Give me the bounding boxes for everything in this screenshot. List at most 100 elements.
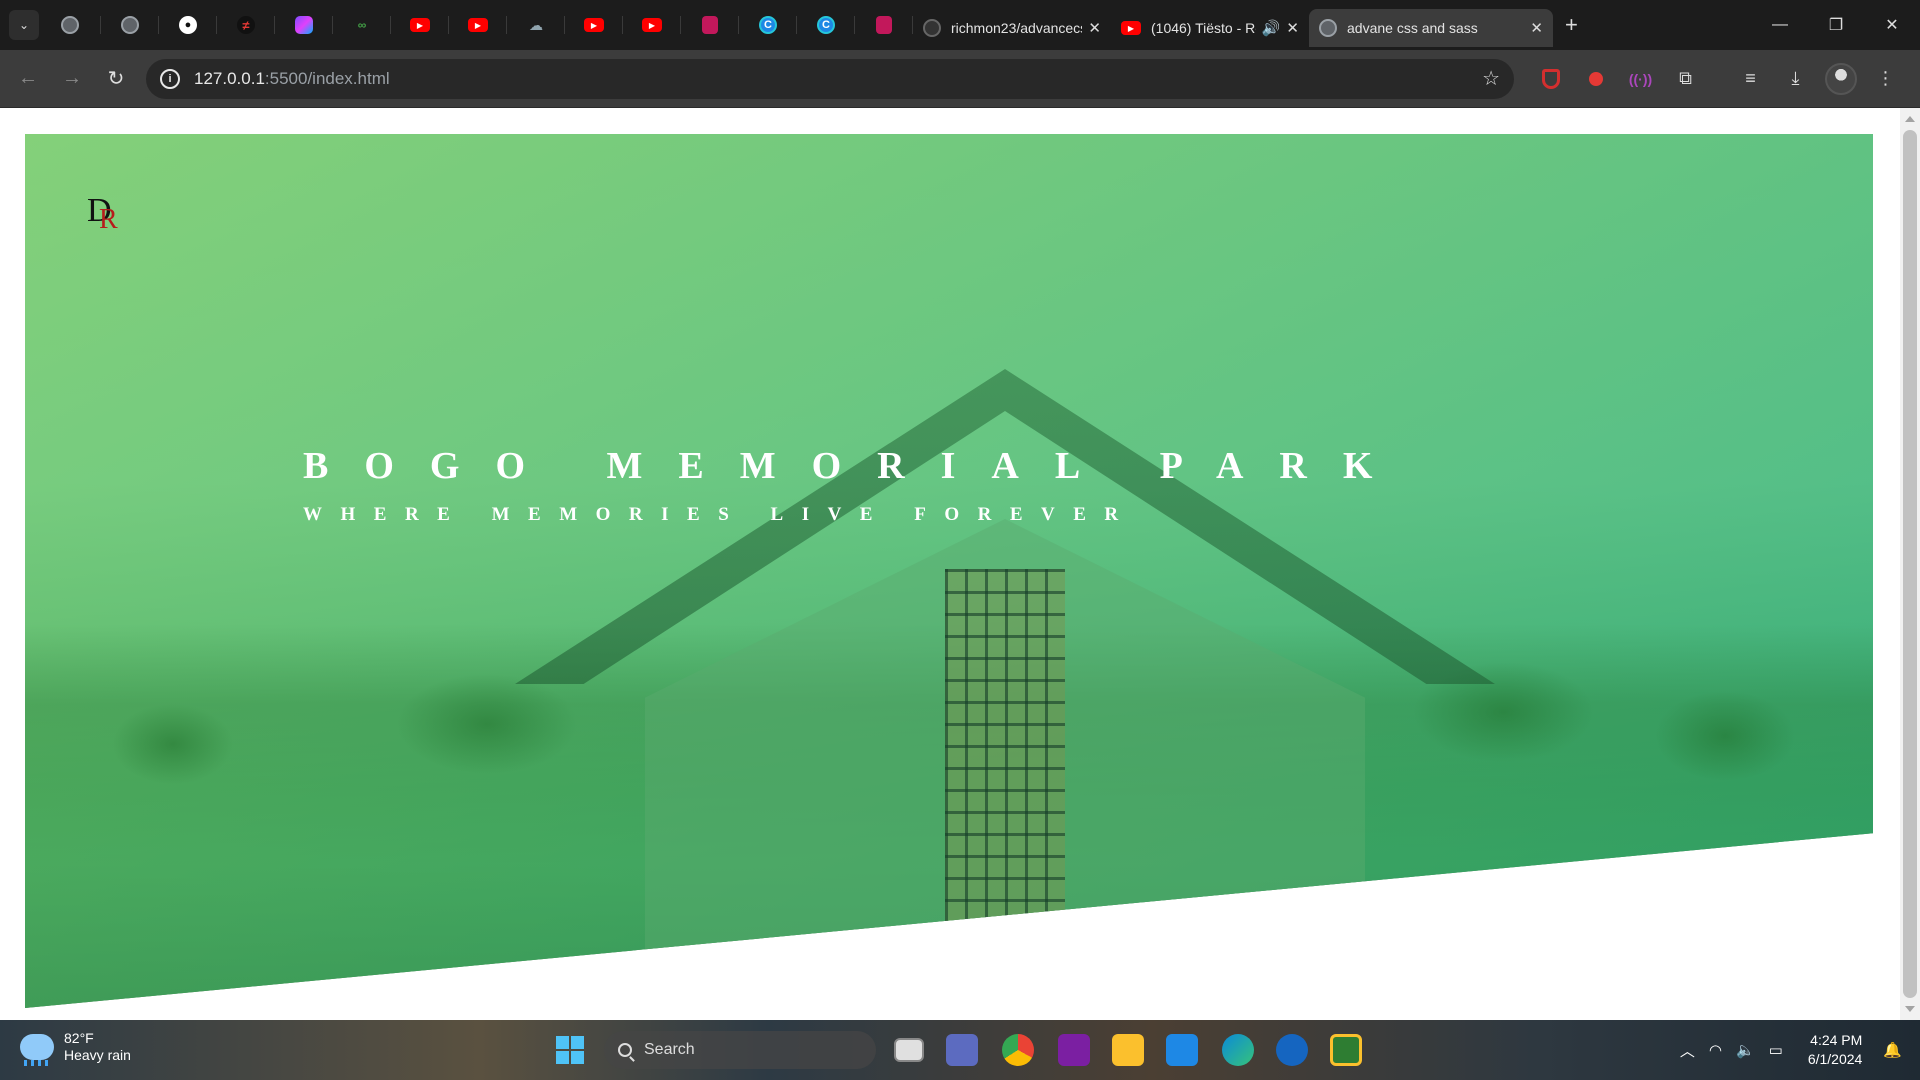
scroll-down-icon[interactable] [1905, 1006, 1915, 1012]
pinned-tab[interactable]: ▶ [565, 0, 623, 50]
close-window-icon[interactable]: ✕ [1864, 0, 1920, 50]
pinned-tab[interactable] [39, 0, 101, 50]
window-controls: — ❐ ✕ [1752, 0, 1920, 50]
pinned-tab[interactable]: ≠ [217, 0, 275, 50]
ublock-extension[interactable] [1528, 68, 1573, 89]
battery-icon[interactable]: ▭ [1769, 1041, 1783, 1059]
tab-title: advane css and sass [1347, 20, 1478, 36]
chapel-stained-window [945, 569, 1065, 969]
reload-button[interactable]: ↻ [94, 66, 138, 91]
close-tab-icon[interactable]: ✕ [1286, 19, 1299, 37]
pinned-tab[interactable]: ▶ [449, 0, 507, 50]
edge-icon[interactable] [1222, 1034, 1254, 1066]
weather-condition: Heavy rain [64, 1047, 131, 1063]
logo[interactable]: D R [87, 192, 127, 238]
pinned-tab[interactable]: ☁ [507, 0, 565, 50]
classroom-icon[interactable] [1330, 1034, 1362, 1066]
profile-button[interactable] [1818, 62, 1863, 95]
hero-header: D R Bogo Memorial Park Where memories li… [25, 134, 1873, 1008]
site-info-icon[interactable]: i [160, 68, 180, 89]
tab-github[interactable]: richmon23/advancecssa ✕ [913, 9, 1111, 47]
tab-youtube[interactable]: ▶ (1046) Tiësto - Red | 🔊 ✕ [1111, 9, 1309, 47]
clock-time: 4:24 PM [1810, 1032, 1863, 1048]
volume-icon[interactable]: 🔈 [1736, 1041, 1755, 1059]
extensions-button[interactable]: ⧉ [1663, 68, 1708, 89]
visual-studio-icon[interactable] [1058, 1034, 1090, 1066]
scrollbar-thumb[interactable] [1903, 130, 1917, 998]
close-tab-icon[interactable]: ✕ [1088, 19, 1101, 37]
youtube-icon: ▶ [468, 18, 488, 32]
shield-icon [876, 16, 892, 34]
teams-icon[interactable] [946, 1034, 978, 1066]
globe-icon [61, 16, 79, 34]
restore-icon[interactable]: ❐ [1808, 0, 1864, 50]
hero-heading: Bogo Memorial Park Where memories live f… [303, 444, 1408, 526]
scroll-up-icon[interactable] [1905, 116, 1915, 122]
pinned-tab[interactable]: ▶ [391, 0, 449, 50]
vscode-icon[interactable] [1166, 1034, 1198, 1066]
pinned-tab[interactable]: ▶ [623, 0, 681, 50]
pinned-tab[interactable]: C [739, 0, 797, 50]
pinned-tab[interactable]: ∞ [333, 0, 391, 50]
taskbar-search[interactable]: Search [604, 1031, 876, 1069]
pin-extension[interactable] [1573, 71, 1618, 86]
start-button[interactable] [556, 1036, 584, 1064]
pinned-tab[interactable] [681, 0, 739, 50]
tab-search-button[interactable]: ⌄ [9, 10, 39, 40]
rain-cloud-icon [20, 1034, 54, 1066]
tab-title: (1046) Tiësto - Red | [1151, 20, 1256, 36]
youtube-icon: ▶ [642, 18, 662, 32]
cloud-icon: ☁ [529, 16, 543, 33]
c-icon: C [759, 16, 777, 34]
pinned-tab[interactable]: C [797, 0, 855, 50]
todoist-icon: ≠ [237, 16, 255, 34]
eye-icon: ∞ [357, 18, 367, 32]
clipchamp-icon [295, 16, 313, 34]
youtube-icon: ▶ [410, 18, 430, 32]
playlist-icon: ≡ [1745, 68, 1756, 88]
minimize-icon[interactable]: — [1752, 0, 1808, 50]
file-explorer-icon[interactable] [1112, 1034, 1144, 1066]
ublock-icon [1541, 68, 1560, 89]
pinned-tab[interactable] [101, 0, 159, 50]
radio-extension[interactable]: ((·)) [1618, 71, 1663, 87]
weather-widget[interactable]: 82°F Heavy rain [20, 1030, 131, 1066]
notification-bell-icon[interactable]: 🔔 [1883, 1041, 1902, 1059]
logo-letter-r: R [99, 204, 118, 235]
download-icon: ⤓ [1791, 68, 1800, 88]
url-host: 127.0.0.1 [194, 68, 265, 88]
pinned-tab[interactable] [855, 0, 913, 50]
menu-button[interactable]: ⋮ [1863, 68, 1908, 89]
media-control-button[interactable]: ≡ [1728, 68, 1773, 89]
downloads-button[interactable]: ⤓ [1773, 68, 1818, 89]
vertical-scrollbar[interactable] [1900, 108, 1920, 1020]
chrome-icon[interactable] [1002, 1034, 1034, 1066]
pinned-tab[interactable] [275, 0, 333, 50]
bookmark-star-icon[interactable]: ☆ [1482, 66, 1500, 91]
address-bar[interactable]: i 127.0.0.1:5500/index.html ☆ [146, 58, 1514, 99]
pinned-tab[interactable]: ● [159, 0, 217, 50]
close-tab-icon[interactable]: ✕ [1530, 19, 1543, 37]
shield-icon [702, 16, 718, 34]
chevron-up-icon[interactable]: ︿ [1680, 1040, 1695, 1061]
tab-active[interactable]: advane css and sass ✕ [1309, 9, 1553, 47]
github-icon [923, 19, 941, 37]
new-tab-button[interactable]: + [1565, 12, 1578, 38]
wifi-icon[interactable]: ◠ [1709, 1041, 1722, 1059]
browser-tab-strip: ⌄ ● ≠ ∞ ▶ ▶ ☁ ▶ ▶ C C richmon23/advancec… [0, 0, 1920, 50]
puzzle-icon: ⧉ [1679, 68, 1692, 88]
search-label: Search [644, 1041, 695, 1058]
back-button[interactable]: ← [6, 67, 50, 90]
broadcast-icon: ((·)) [1628, 70, 1653, 87]
more-vert-icon: ⋮ [1876, 68, 1895, 88]
speaker-icon[interactable]: 🔊 [1262, 19, 1281, 37]
url-path: :5500/index.html [264, 68, 390, 88]
github-icon: ● [179, 16, 197, 34]
forward-button[interactable]: → [50, 67, 94, 90]
clock[interactable]: 4:24 PM 6/1/2024 [1808, 1031, 1863, 1069]
heading-primary-main: Bogo Memorial Park [303, 445, 1409, 487]
heading-primary-sub: Where memories live forever [303, 504, 1137, 525]
firefox-icon[interactable] [1276, 1034, 1308, 1066]
search-icon [618, 1043, 632, 1057]
task-view-icon[interactable] [894, 1038, 924, 1062]
